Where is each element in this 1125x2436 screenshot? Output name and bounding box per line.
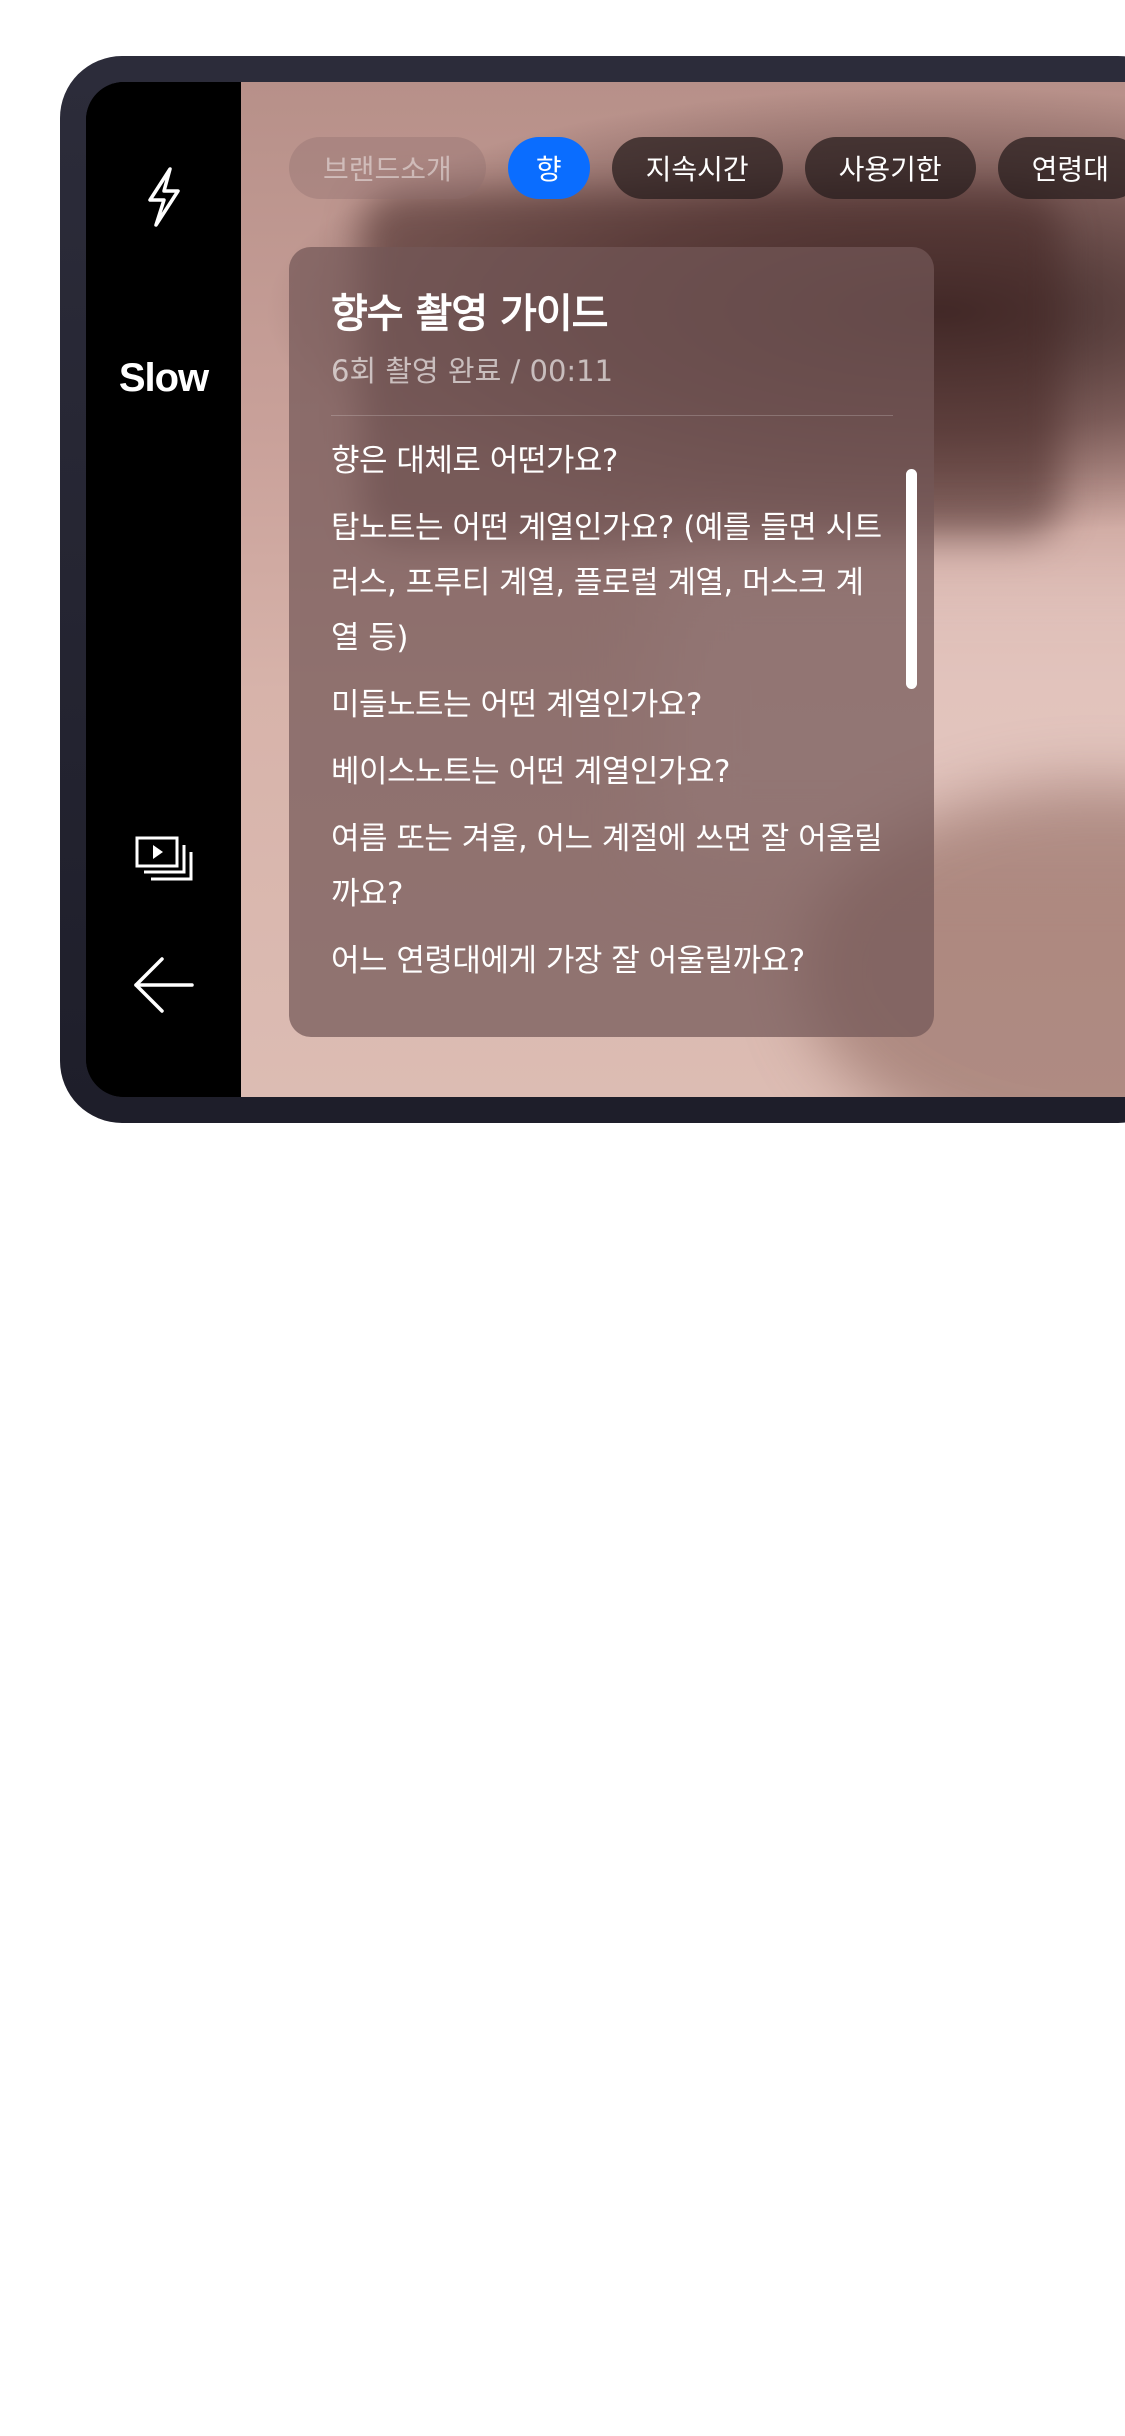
chip-duration[interactable]: 지속시간: [611, 137, 783, 199]
chip-brand-intro[interactable]: 브랜드소개: [289, 137, 486, 199]
category-chip-bar: 브랜드소개 향 지속시간 사용기한 연령대: [289, 137, 1125, 199]
back-button[interactable]: [86, 942, 241, 1032]
chip-expiry[interactable]: 사용기한: [804, 137, 976, 199]
question-list[interactable]: 향은 대체로 어떤가요? 탑노트는 어떤 계열인가요? (예를 들면 시트러스,…: [331, 434, 891, 989]
slow-motion-toggle[interactable]: Slow: [86, 348, 241, 408]
flash-button[interactable]: [86, 160, 241, 238]
list-item[interactable]: 베이스노트는 어떤 계열인가요?: [331, 745, 891, 800]
flash-icon: [144, 166, 184, 232]
camera-screen: Slow 브랜드소개 향 지속시간 사용기한 연령대 향수 촬영 가이드 6회 …: [86, 82, 1125, 1097]
gallery-button[interactable]: [86, 822, 241, 902]
device-frame: Slow 브랜드소개 향 지속시간 사용기한 연령대 향수 촬영 가이드 6회 …: [60, 56, 1125, 1123]
guide-progress: 6회 촬영 완료 / 00:11: [331, 354, 614, 388]
chip-age-group[interactable]: 연령대: [997, 137, 1125, 199]
gallery-icon: [134, 835, 194, 889]
guide-title: 향수 촬영 가이드: [331, 291, 608, 337]
question-list-scrollbar[interactable]: [906, 469, 917, 689]
list-item[interactable]: 미들노트는 어떤 계열인가요?: [331, 678, 891, 733]
list-item[interactable]: 여름 또는 겨울, 어느 계절에 쓰면 잘 어울릴까요?: [331, 812, 891, 922]
list-item[interactable]: 탑노트는 어떤 계열인가요? (예를 들면 시트러스, 프루티 계열, 플로럴 …: [331, 501, 891, 666]
camera-viewfinder[interactable]: 브랜드소개 향 지속시간 사용기한 연령대 향수 촬영 가이드 6회 촬영 완료…: [241, 82, 1125, 1097]
camera-sidebar: Slow: [86, 82, 241, 1097]
list-item[interactable]: 어느 연령대에게 가장 잘 어울릴까요?: [331, 934, 891, 989]
shooting-guide-card: 향수 촬영 가이드 6회 촬영 완료 / 00:11 향은 대체로 어떤가요? …: [289, 247, 934, 1037]
list-item[interactable]: 향은 대체로 어떤가요?: [331, 434, 891, 489]
back-arrow-icon: [132, 955, 196, 1019]
divider: [331, 415, 893, 416]
chip-scent[interactable]: 향: [507, 137, 590, 199]
